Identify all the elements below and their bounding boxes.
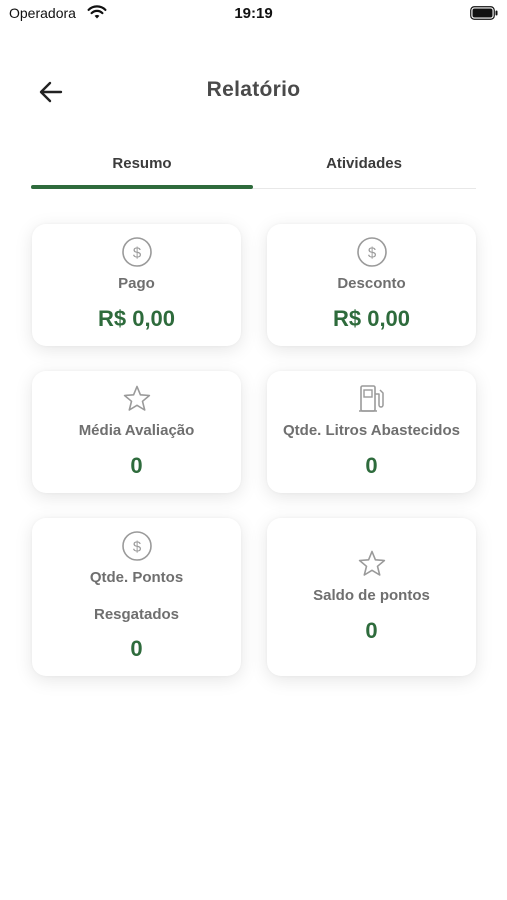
card-label: Desconto (337, 275, 406, 292)
card-value: 0 (130, 636, 143, 661)
svg-text:$: $ (367, 245, 376, 262)
tab-atividades-label: Atividades (326, 155, 402, 172)
tab-resumo[interactable]: Resumo (31, 148, 253, 186)
fuel-pump-icon (267, 383, 476, 415)
card-label: Saldo de pontos (313, 587, 430, 604)
svg-text:$: $ (132, 539, 141, 556)
svg-text:$: $ (132, 245, 141, 262)
page-title: Relatório (206, 78, 301, 101)
card-saldo-pontos: Saldo de pontos 0 (267, 518, 476, 676)
header: Relatório (0, 70, 507, 114)
tab-atividades[interactable]: Atividades (253, 148, 475, 186)
dollar-circle-icon: $ (267, 236, 476, 268)
card-litros-abastecidos: Qtde. Litros Abastecidos 0 (267, 371, 476, 493)
clock: 19:19 (234, 5, 273, 22)
star-icon (32, 383, 241, 415)
card-value: R$ 0,00 (97, 306, 176, 331)
card-value: 0 (130, 453, 143, 478)
card-label: Pago (118, 275, 155, 292)
card-value: 0 (365, 618, 378, 643)
card-label: Média Avaliação (78, 422, 195, 439)
active-tab-indicator (31, 185, 253, 189)
card-label: Qtde. Pontos (89, 569, 184, 586)
card-value: R$ 0,00 (332, 306, 411, 331)
status-bar: Operadora 19:19 (0, 0, 507, 28)
tab-bar: Resumo Atividades (31, 148, 476, 189)
card-desconto: $ Desconto R$ 0,00 (267, 224, 476, 346)
battery-icon (470, 6, 498, 24)
star-icon (267, 548, 476, 580)
card-media-avaliacao: Média Avaliação 0 (32, 371, 241, 493)
card-value: 0 (365, 453, 378, 478)
card-pontos-resgatados: $ Qtde. Pontos Resgatados 0 (32, 518, 241, 676)
card-label: Qtde. Litros Abastecidos (283, 422, 460, 439)
card-label-line2: Resgatados (93, 606, 180, 623)
dollar-circle-icon: $ (32, 236, 241, 268)
tab-resumo-label: Resumo (112, 155, 172, 172)
dollar-circle-icon: $ (32, 530, 241, 562)
card-pago: $ Pago R$ 0,00 (32, 224, 241, 346)
